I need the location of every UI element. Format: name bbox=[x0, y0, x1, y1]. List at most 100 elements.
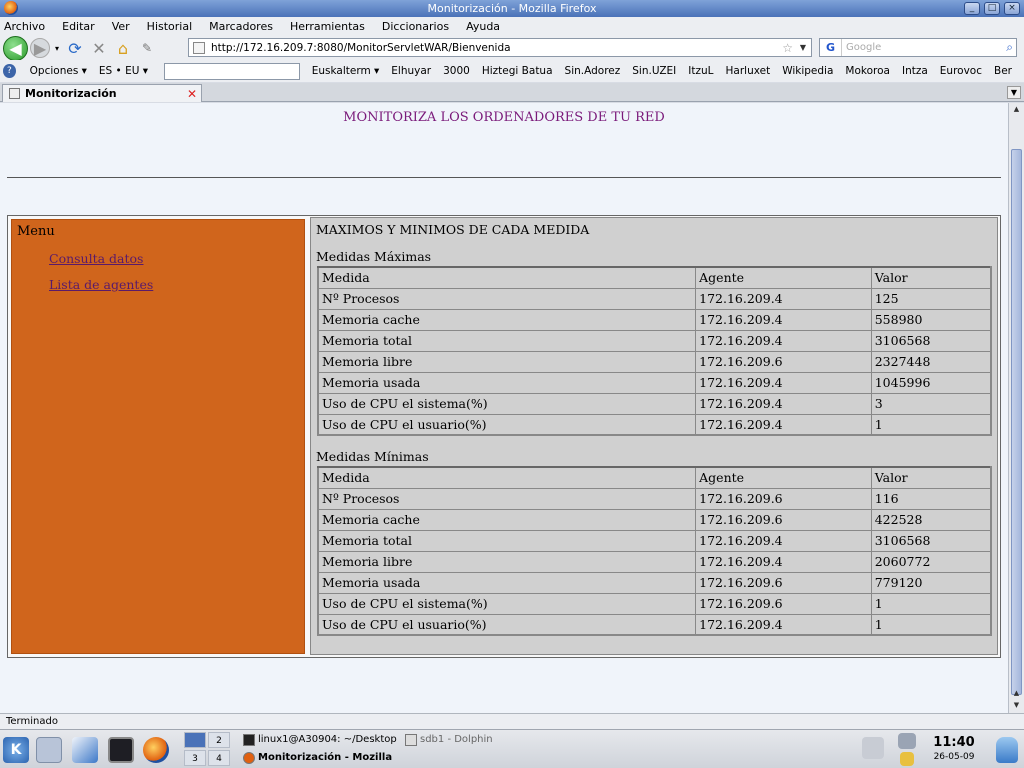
table-cell: Memoria usada bbox=[317, 371, 697, 394]
tab-label[interactable]: Monitorización bbox=[25, 87, 117, 100]
taskbar: K 2 3 4 linux1@A30904: ~/Desktop sdb1 - … bbox=[0, 729, 1024, 768]
table-row: Memoria libre 172.16.209.6 2327448 bbox=[317, 350, 992, 373]
bookmark-elhuyar[interactable]: Elhuyar bbox=[391, 65, 431, 77]
menu-marcadores[interactable]: Marcadores bbox=[209, 20, 273, 33]
desktop-1[interactable] bbox=[184, 732, 206, 748]
url-bar[interactable]: http://172.16.209.7:8080/MonitorServletW… bbox=[188, 38, 812, 57]
file-manager-icon[interactable] bbox=[72, 737, 98, 763]
table-cell: Memoria usada bbox=[317, 571, 697, 594]
link-consulta-datos[interactable]: Consulta datos bbox=[49, 251, 143, 266]
search-engine-icon[interactable]: G bbox=[820, 39, 842, 56]
desktop-3[interactable]: 3 bbox=[184, 750, 206, 766]
forward-arrow-icon[interactable]: ▶ bbox=[30, 38, 50, 58]
bookmark-ber[interactable]: Ber bbox=[994, 65, 1012, 77]
link-lista-de-agentes[interactable]: Lista de agentes bbox=[49, 277, 153, 292]
reload-icon[interactable]: ⟳ bbox=[64, 37, 86, 59]
bookmark-intza[interactable]: Intza bbox=[902, 65, 928, 77]
divider bbox=[7, 177, 1001, 178]
table-cell: Memoria cache bbox=[317, 308, 697, 331]
bookmark-euskalterm[interactable]: Euskalterm ▾ bbox=[312, 65, 380, 77]
table-cell: 172.16.209.4 bbox=[695, 308, 872, 331]
search-placeholder[interactable]: Google bbox=[846, 42, 881, 53]
search-icon[interactable]: ⌕ bbox=[1006, 40, 1013, 55]
menu-bar: Archivo Editar Ver Historial Marcadores … bbox=[0, 17, 1024, 36]
scroll-down-icon[interactable]: ▼ bbox=[1011, 701, 1022, 711]
bookmark-itzul[interactable]: ItzuL bbox=[688, 65, 713, 77]
table-cell: 779120 bbox=[870, 571, 992, 594]
task-terminal[interactable]: linux1@A30904: ~/Desktop bbox=[240, 732, 400, 748]
system-icon[interactable] bbox=[36, 737, 62, 763]
klipper-icon[interactable] bbox=[900, 752, 914, 766]
volume-icon[interactable] bbox=[898, 733, 916, 749]
task-terminal-label[interactable]: linux1@A30904: ~/Desktop bbox=[258, 734, 397, 745]
min-section-title: Medidas Mínimas bbox=[316, 449, 429, 464]
bookmark-3000[interactable]: 3000 bbox=[443, 65, 470, 77]
table-cell: 172.16.209.6 bbox=[695, 508, 872, 531]
task-firefox[interactable]: Monitorización - Mozilla bbox=[240, 750, 400, 766]
table-cell: 3106568 bbox=[870, 529, 992, 552]
home-icon[interactable]: ⌂ bbox=[112, 37, 134, 59]
menu-ayuda[interactable]: Ayuda bbox=[466, 20, 500, 33]
menu-editar[interactable]: Editar bbox=[62, 20, 95, 33]
bookmark-harluxet[interactable]: Harluxet bbox=[726, 65, 771, 77]
usb-device-icon[interactable] bbox=[862, 737, 884, 759]
scroll-up-icon[interactable]: ▲ bbox=[1011, 105, 1022, 115]
help-icon[interactable]: ? bbox=[3, 64, 16, 78]
stop-icon[interactable]: ✕ bbox=[88, 37, 110, 59]
bookmark-hiztegi-batua[interactable]: Hiztegi Batua bbox=[482, 65, 553, 77]
kde-menu-icon[interactable]: K bbox=[3, 737, 29, 763]
desktop-4[interactable]: 4 bbox=[208, 750, 230, 766]
dictionary-input[interactable] bbox=[164, 62, 300, 80]
bookmark-opciones[interactable]: Opciones ▾ bbox=[30, 65, 87, 77]
table-cell: Uso de CPU el usuario(%) bbox=[317, 413, 697, 436]
table-cell: 172.16.209.6 bbox=[695, 487, 872, 510]
close-tab-icon[interactable]: ✕ bbox=[187, 87, 197, 101]
bookmark-es-eu[interactable]: ES • EU ▾ bbox=[99, 65, 148, 77]
table-cell: Memoria libre bbox=[317, 550, 697, 573]
extension-icon[interactable]: ✎ bbox=[136, 37, 158, 59]
menu-title: Menu bbox=[17, 224, 55, 239]
task-dolphin-label[interactable]: sdb1 - Dolphin bbox=[420, 734, 493, 745]
table-cell: 558980 bbox=[870, 308, 992, 331]
table-row: Memoria total 172.16.209.4 3106568 bbox=[317, 329, 992, 352]
firefox-launcher-icon[interactable] bbox=[143, 737, 169, 763]
trash-icon[interactable] bbox=[996, 737, 1018, 763]
url-dropdown-icon[interactable]: ▼ bbox=[800, 43, 806, 52]
desktop-2[interactable]: 2 bbox=[208, 732, 230, 748]
minimize-button[interactable]: _ bbox=[964, 2, 980, 15]
table-row: Memoria libre 172.16.209.4 2060772 bbox=[317, 550, 992, 573]
menu-archivo[interactable]: Archivo bbox=[4, 20, 45, 33]
menu-historial[interactable]: Historial bbox=[147, 20, 192, 33]
tab-monitorizacion[interactable]: Monitorización ✕ bbox=[2, 84, 202, 102]
bookmark-sin-adorez[interactable]: Sin.Adorez bbox=[565, 65, 621, 77]
menu-herramientas[interactable]: Herramientas bbox=[290, 20, 365, 33]
table-cell: Nº Procesos bbox=[317, 487, 697, 510]
clock[interactable]: 11:40 26-05-09 bbox=[926, 735, 982, 762]
bookmark-mokoroa[interactable]: Mokoroa bbox=[845, 65, 890, 77]
bookmark-star-icon[interactable]: ☆ bbox=[782, 41, 793, 55]
window-titlebar: Monitorización - Mozilla Firefox _ □ × bbox=[0, 0, 1024, 17]
table-header-row: Medida Agente Valor bbox=[317, 466, 992, 489]
history-dropdown-icon[interactable]: ▾ bbox=[52, 37, 62, 59]
scroll-up-lower-icon[interactable]: ▲ bbox=[1011, 689, 1022, 699]
bookmark-eurovoc[interactable]: Eurovoc bbox=[940, 65, 982, 77]
task-list: linux1@A30904: ~/Desktop sdb1 - Dolphin … bbox=[240, 732, 510, 767]
menu-diccionarios[interactable]: Diccionarios bbox=[382, 20, 449, 33]
terminal-icon[interactable] bbox=[108, 737, 134, 763]
search-box[interactable]: G Google ⌕ bbox=[819, 38, 1017, 57]
bookmarks-toolbar: ? Opciones ▾ ES • EU ▾ Euskalterm ▾ Elhu… bbox=[0, 60, 1024, 82]
back-arrow-icon[interactable]: ◀ bbox=[3, 35, 28, 61]
table-row: Memoria usada 172.16.209.4 1045996 bbox=[317, 371, 992, 394]
tab-list-dropdown-icon[interactable]: ▼ bbox=[1007, 86, 1021, 99]
maximize-button[interactable]: □ bbox=[984, 2, 1000, 15]
url-text[interactable]: http://172.16.209.7:8080/MonitorServletW… bbox=[211, 42, 511, 54]
task-firefox-label[interactable]: Monitorización - Mozilla bbox=[258, 752, 392, 763]
close-window-button[interactable]: × bbox=[1004, 2, 1020, 15]
scrollbar-thumb[interactable] bbox=[1011, 149, 1022, 695]
clock-time: 11:40 bbox=[933, 735, 975, 750]
task-dolphin[interactable]: sdb1 - Dolphin bbox=[402, 732, 512, 748]
bookmark-sin-uzei[interactable]: Sin.UZEI bbox=[632, 65, 676, 77]
menu-ver[interactable]: Ver bbox=[112, 20, 130, 33]
vertical-scrollbar[interactable]: ▲ ▲ ▼ bbox=[1008, 103, 1024, 713]
bookmark-wikipedia[interactable]: Wikipedia bbox=[782, 65, 833, 77]
